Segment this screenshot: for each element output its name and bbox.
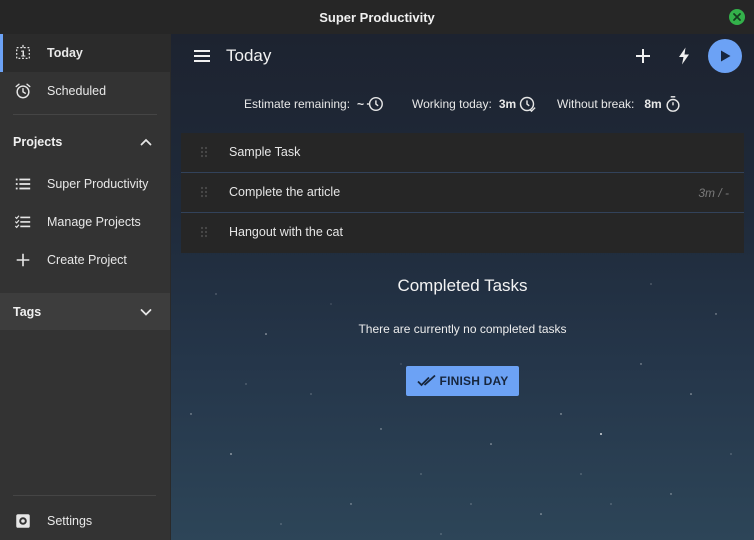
tags-heading: Tags — [13, 304, 42, 319]
lightning-bolt-icon — [679, 47, 689, 65]
task-item[interactable]: Sample Task — [181, 133, 744, 173]
task-title[interactable]: Hangout with the cat — [229, 225, 343, 239]
sidebar-item-scheduled[interactable]: Scheduled — [0, 72, 170, 110]
focus-mode-button[interactable] — [672, 44, 696, 68]
close-icon — [733, 13, 741, 21]
completed-tasks-empty-text: There are currently no completed tasks — [358, 322, 567, 336]
without-break-label: Without break: — [557, 97, 635, 111]
plus-icon — [636, 49, 650, 63]
sidebar-item-label: Today — [47, 46, 83, 60]
tags-section-toggle[interactable]: Tags — [0, 293, 170, 330]
estimate-remaining-label: Estimate remaining: — [244, 97, 351, 111]
page-title: Today — [226, 46, 272, 65]
working-today-value: 3m — [498, 97, 517, 111]
sidebar-item-settings[interactable]: Settings — [0, 502, 170, 540]
sidebar-item-label: Create Project — [47, 253, 127, 267]
svg-text:1: 1 — [20, 49, 26, 59]
drag-handle-icon[interactable] — [199, 146, 209, 160]
clock-history-icon — [366, 96, 383, 112]
sidebar-item-label: Manage Projects — [47, 215, 141, 229]
without-break-value: 8m — [644, 97, 662, 111]
divider — [13, 114, 157, 115]
clock-check-icon — [519, 96, 536, 113]
task-time: 3m / - — [698, 186, 729, 200]
start-tracking-button[interactable] — [708, 39, 742, 73]
play-icon — [721, 50, 731, 62]
close-window-button[interactable] — [729, 9, 745, 25]
gear-icon — [13, 511, 33, 531]
sidebar-item-today[interactable]: 1 Today — [0, 34, 170, 72]
working-today-label: Working today: — [412, 97, 492, 111]
stopwatch-icon — [666, 96, 680, 112]
list-icon — [13, 174, 33, 194]
drag-handle-icon[interactable] — [199, 186, 209, 200]
window-titlebar: Super Productivity — [0, 0, 754, 34]
menu-button[interactable] — [191, 45, 213, 67]
task-list: Sample Task Complete the article 3m / - … — [181, 133, 744, 253]
hamburger-icon — [194, 50, 210, 62]
today-icon: 1 — [13, 43, 33, 63]
finish-day-button[interactable]: FINISH DAY — [406, 366, 519, 396]
projects-section-toggle[interactable]: Projects — [0, 119, 170, 165]
estimate-remaining-value: ~ — [357, 97, 365, 111]
chevron-down-icon — [140, 308, 152, 316]
task-item[interactable]: Complete the article 3m / - — [181, 173, 744, 213]
alarm-clock-icon — [13, 81, 33, 101]
add-task-button[interactable] — [631, 44, 655, 68]
drag-handle-icon[interactable] — [199, 226, 209, 240]
estimate-remaining-stat: Estimate remaining: ~ — [244, 92, 384, 116]
sidebar-item-project-super-productivity[interactable]: Super Productivity — [0, 165, 170, 203]
without-break-stat: Without break: 8m — [557, 92, 682, 116]
sidebar: 1 Today Scheduled Projects Super Product… — [0, 34, 171, 540]
task-item[interactable]: Hangout with the cat — [181, 213, 744, 253]
task-title[interactable]: Complete the article — [229, 185, 340, 199]
sidebar-item-label: Scheduled — [47, 84, 107, 98]
projects-heading: Projects — [13, 135, 63, 149]
top-toolbar: Today — [171, 34, 754, 78]
sidebar-item-create-project[interactable]: Create Project — [0, 241, 170, 279]
finish-day-label: FINISH DAY — [439, 374, 509, 388]
chevron-up-icon — [140, 138, 152, 146]
completed-tasks-heading: Completed Tasks — [397, 276, 528, 295]
task-title[interactable]: Sample Task — [229, 145, 300, 159]
done-all-icon — [416, 374, 436, 387]
window-title: Super Productivity — [319, 9, 435, 25]
checklist-icon — [13, 212, 33, 232]
sidebar-item-label: Settings — [47, 514, 93, 528]
plus-icon — [13, 250, 33, 270]
time-stats-bar: Estimate remaining: ~ Working today: 3m … — [171, 92, 754, 116]
main-panel: Today Estimate remaining: ~ Working toda… — [171, 34, 754, 540]
working-today-stat: Working today: 3m — [412, 92, 536, 116]
sidebar-item-label: Super Productivity — [47, 177, 149, 191]
sidebar-item-manage-projects[interactable]: Manage Projects — [0, 203, 170, 241]
divider — [13, 495, 156, 496]
